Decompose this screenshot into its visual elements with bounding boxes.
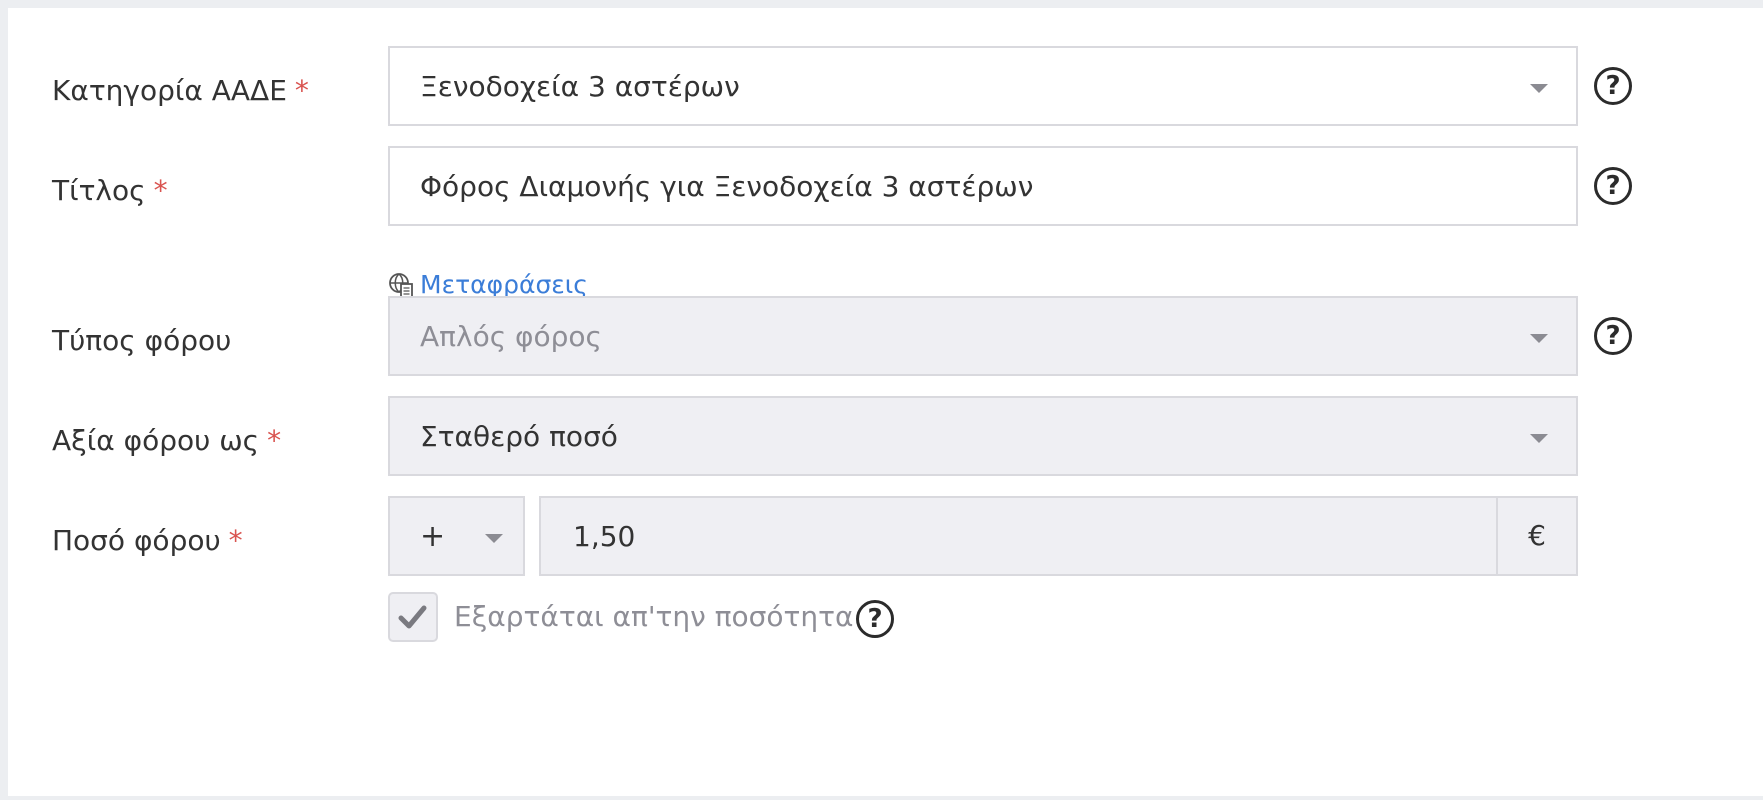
required-mark: * — [153, 174, 168, 207]
tax-form-panel: Κατηγορία ΑΑΔΕ * Ξενοδοχεία 3 αστέρων ? Τ… — [8, 8, 1763, 796]
globe-document-icon — [389, 272, 413, 298]
depends-on-quantity-checkbox[interactable] — [388, 592, 438, 642]
tax-value-as-label: Αξία φόρου ως * — [52, 424, 281, 458]
currency-addon: € — [1496, 498, 1576, 574]
depends-on-quantity-help-icon[interactable]: ? — [856, 600, 894, 638]
caret-down-icon — [1530, 84, 1548, 93]
translations-link[interactable]: Μεταφράσεις — [388, 270, 588, 299]
translations-link-text: Μεταφράσεις — [420, 270, 588, 299]
tax-type-label: Τύπος φόρου — [52, 324, 232, 357]
title-label: Τίτλος * — [52, 174, 168, 208]
required-mark: * — [294, 74, 309, 107]
category-label-text: Κατηγορία ΑΑΔΕ — [52, 74, 287, 107]
category-label: Κατηγορία ΑΑΔΕ * — [52, 74, 309, 108]
tax-sign-select[interactable]: + — [388, 496, 525, 576]
tax-amount-label: Ποσό φόρου * — [52, 524, 243, 558]
title-label-text: Τίτλος — [52, 174, 146, 207]
caret-down-icon — [1530, 434, 1548, 443]
tax-amount-input[interactable]: 1,50 € — [539, 496, 1578, 576]
required-mark: * — [267, 424, 282, 457]
tax-value-as-select[interactable]: Σταθερό ποσό — [388, 396, 1578, 476]
tax-amount-value: 1,50 — [573, 520, 636, 553]
title-help-icon[interactable]: ? — [1594, 167, 1632, 205]
caret-down-icon — [485, 534, 503, 543]
category-help-icon[interactable]: ? — [1594, 67, 1632, 105]
title-input[interactable]: Φόρος Διαμονής για Ξενοδοχεία 3 αστέρων — [388, 146, 1578, 226]
checkmark-icon — [398, 605, 427, 629]
tax-value-as-label-text: Αξία φόρου ως — [52, 424, 260, 457]
depends-on-quantity-label: Εξαρτάται απ'την ποσότητα — [454, 600, 854, 633]
tax-type-help-icon[interactable]: ? — [1594, 317, 1632, 355]
required-mark: * — [228, 524, 243, 557]
tax-amount-label-text: Ποσό φόρου — [52, 524, 221, 557]
tax-sign-value: + — [420, 519, 446, 554]
category-select-value: Ξενοδοχεία 3 αστέρων — [420, 70, 740, 103]
tax-type-select-value: Απλός φόρος — [420, 320, 602, 353]
tax-value-as-select-value: Σταθερό ποσό — [420, 420, 618, 453]
title-input-value: Φόρος Διαμονής για Ξενοδοχεία 3 αστέρων — [420, 170, 1034, 203]
caret-down-icon — [1530, 334, 1548, 343]
tax-type-select: Απλός φόρος — [388, 296, 1578, 376]
category-select[interactable]: Ξενοδοχεία 3 αστέρων — [388, 46, 1578, 126]
